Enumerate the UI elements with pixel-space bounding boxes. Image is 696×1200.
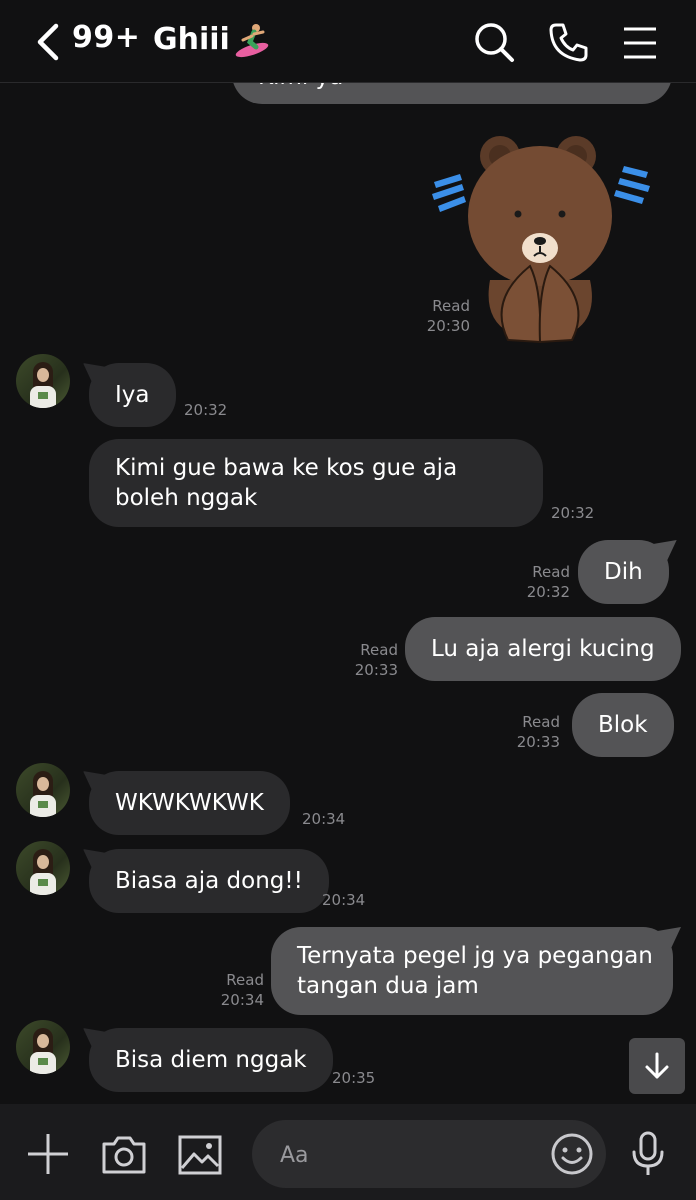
read-receipt: Read bbox=[522, 713, 560, 731]
microphone-icon[interactable] bbox=[624, 1130, 672, 1178]
message-text: Ternyata pegel jg ya pegangan tangan dua… bbox=[297, 943, 653, 999]
message-bubble[interactable]: WKWKWKWK bbox=[89, 771, 290, 835]
message-meta: Read 20:33 bbox=[328, 640, 398, 680]
avatar[interactable] bbox=[16, 1020, 70, 1074]
message-bubble[interactable]: Bisa diem nggak bbox=[89, 1028, 333, 1092]
chat-header: 99+ Ghiii bbox=[0, 0, 696, 83]
image-icon[interactable] bbox=[176, 1130, 224, 1178]
plus-icon[interactable] bbox=[24, 1130, 72, 1178]
message-text: Blok bbox=[598, 712, 648, 738]
message-bubble[interactable]: Biasa aja dong!! bbox=[89, 849, 329, 913]
message-text: WKWKWKWK bbox=[115, 790, 264, 816]
message-bubble[interactable]: Iya bbox=[89, 363, 176, 427]
chevron-left-icon[interactable] bbox=[32, 22, 66, 62]
message-meta: Read 20:33 bbox=[490, 712, 560, 752]
message-time: 20:35 bbox=[332, 1069, 376, 1087]
message-time: 20:34 bbox=[220, 991, 264, 1009]
chat-title[interactable]: Ghiii bbox=[153, 20, 272, 58]
message-text: Biasa aja dong!! bbox=[115, 868, 303, 894]
message-text: Dih bbox=[604, 559, 643, 585]
composer-bar bbox=[0, 1104, 696, 1200]
message-time: 20:32 bbox=[526, 583, 570, 601]
arrow-down-icon bbox=[645, 1052, 669, 1079]
message-bubble[interactable]: Ternyata pegel jg ya pegangan tangan dua… bbox=[271, 927, 673, 1015]
message-input-box[interactable] bbox=[252, 1120, 606, 1188]
message-text: Kimi ya bbox=[258, 82, 343, 92]
message-text: Iya bbox=[115, 382, 150, 408]
scroll-to-bottom-button[interactable] bbox=[629, 1038, 685, 1094]
message-time: 20:32 bbox=[551, 504, 595, 522]
brown-bear-pleading-sticker[interactable] bbox=[430, 130, 654, 344]
message-time: 20:33 bbox=[516, 733, 560, 751]
read-receipt: Read bbox=[532, 563, 570, 581]
message-bubble[interactable]: Kimi gue bawa ke kos gue aja boleh nggak bbox=[89, 439, 543, 527]
menu-icon[interactable] bbox=[618, 20, 662, 64]
phone-icon[interactable] bbox=[546, 20, 590, 64]
message-bubble-partial[interactable]: Kimi ya bbox=[232, 82, 672, 104]
read-receipt: Read bbox=[360, 641, 398, 659]
search-icon[interactable] bbox=[472, 20, 516, 64]
message-text: Kimi gue bawa ke kos gue aja boleh nggak bbox=[115, 455, 458, 511]
avatar[interactable] bbox=[16, 763, 70, 817]
message-bubble[interactable]: Dih bbox=[578, 540, 669, 604]
unread-count[interactable]: 99+ bbox=[72, 20, 140, 55]
camera-icon[interactable] bbox=[100, 1130, 148, 1178]
smiley-icon[interactable] bbox=[550, 1132, 594, 1176]
avatar[interactable] bbox=[16, 841, 70, 895]
message-input[interactable] bbox=[278, 1134, 532, 1176]
chat-title-text: Ghiii bbox=[153, 21, 230, 57]
message-meta: Read 20:32 bbox=[500, 562, 570, 602]
message-time: 20:32 bbox=[184, 401, 228, 419]
message-text: Bisa diem nggak bbox=[115, 1047, 307, 1073]
message-time: 20:33 bbox=[354, 661, 398, 679]
surfer-emoji-icon bbox=[235, 24, 269, 58]
message-bubble[interactable]: Blok bbox=[572, 693, 674, 757]
message-meta: Read 20:34 bbox=[194, 970, 264, 1010]
avatar[interactable] bbox=[16, 354, 70, 408]
message-list[interactable]: Kimi ya Read 20:30 bbox=[0, 82, 696, 1104]
message-time: 20:34 bbox=[322, 891, 366, 909]
message-time: 20:34 bbox=[302, 810, 346, 828]
read-receipt: Read bbox=[226, 971, 264, 989]
message-bubble[interactable]: Lu aja alergi kucing bbox=[405, 617, 681, 681]
message-text: Lu aja alergi kucing bbox=[431, 636, 655, 662]
